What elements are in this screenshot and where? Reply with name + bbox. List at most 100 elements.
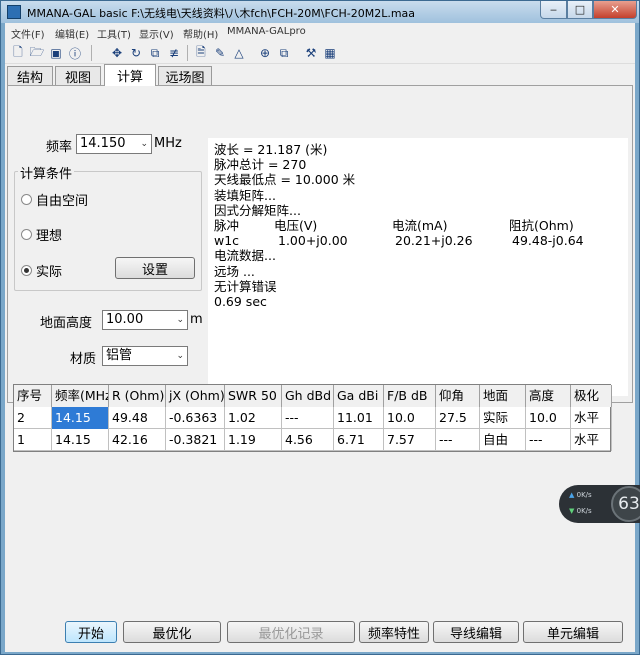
chevron-down-icon: ⌄ [176, 351, 184, 361]
close-button[interactable]: ✕ [593, 1, 637, 19]
output-line: 无计算错误 [214, 278, 277, 294]
column-header[interactable]: R (Ohm) [109, 385, 166, 407]
minimize-button[interactable]: ‒ [540, 1, 567, 19]
menu-edit[interactable]: 编辑(E) [55, 26, 89, 41]
menu-pro[interactable]: MMANA-GALpro [227, 26, 306, 37]
output-line: 远场 ... [214, 263, 255, 279]
output-cell: 20.21+j0.26 [395, 233, 473, 249]
table-cell: 10.0 [526, 407, 571, 429]
maximize-button[interactable]: □ [567, 1, 593, 19]
tools-icon[interactable]: ⚒ [303, 45, 319, 61]
radio-ideal[interactable]: 理想 [21, 225, 62, 244]
info-icon[interactable]: ⓘ [67, 45, 83, 61]
table-cell: 4.56 [282, 429, 334, 451]
save-icon[interactable]: ▣ [48, 45, 64, 61]
frequency-combo[interactable]: 14.150 ⌄ [76, 134, 152, 154]
open-folder-icon[interactable]: 🗁 [29, 45, 45, 61]
table-header-row: 序号 频率(MHz R (Ohm) jX (Ohm) SWR 50 Gh dBd… [14, 385, 612, 407]
document-icon[interactable]: 🗎 [193, 45, 209, 61]
new-file-icon[interactable]: 🗋 [10, 45, 26, 61]
scale-icon[interactable]: ⧉ [147, 45, 163, 61]
column-header[interactable]: 序号 [14, 385, 52, 407]
move-icon[interactable]: ✥ [109, 45, 125, 61]
ground-height-value: 10.00 [106, 312, 144, 327]
output-header-voltage: 电压(V) [274, 217, 318, 233]
target-icon[interactable]: ⊕ [257, 45, 273, 61]
calculator-icon[interactable]: ▦ [322, 45, 338, 61]
start-button[interactable]: 开始 [65, 621, 117, 643]
column-header[interactable]: 极化 [571, 385, 612, 407]
edit-icon[interactable]: ✎ [212, 45, 228, 61]
column-header[interactable]: 仰角 [436, 385, 480, 407]
output-line: 波长 = 21.187 (米) [214, 142, 328, 157]
menu-view[interactable]: 显示(V) [139, 26, 174, 41]
optimize-log-button[interactable]: 最优化记录 [227, 621, 355, 643]
freq-response-button[interactable]: 频率特性 [359, 621, 429, 643]
table-cell: 1 [14, 429, 52, 451]
table-row[interactable]: 1 14.15 42.16 -0.3821 1.19 4.56 6.71 7.5… [14, 429, 612, 451]
tab-structure[interactable]: 结构 [7, 66, 53, 86]
output-header-impedance: 阻抗(Ohm) [509, 217, 574, 233]
output-table-header: 脉冲 电压(V) 电流(mA) 阻抗(Ohm) [214, 218, 622, 233]
column-header[interactable]: 频率(MHz [52, 385, 109, 407]
column-header[interactable]: SWR 50 [225, 385, 282, 407]
element-edit-button[interactable]: 单元编辑 [523, 621, 623, 643]
results-table[interactable]: 序号 频率(MHz R (Ohm) jX (Ohm) SWR 50 Gh dBd… [13, 384, 612, 452]
table-cell: 14.15 [52, 429, 109, 451]
wire-edit-button[interactable]: 导线编辑 [433, 621, 519, 643]
ground-height-combo[interactable]: 10.00 ⌄ [102, 310, 188, 330]
output-cell: 1.00+j0.00 [278, 233, 348, 249]
radio-dot [21, 194, 32, 205]
table-cell: 49.48 [109, 407, 166, 429]
settings-button[interactable]: 设置 [115, 257, 195, 279]
table-cell: 10.0 [384, 407, 436, 429]
column-header[interactable]: Gh dBd [282, 385, 334, 407]
table-row[interactable]: 2 14.15 49.48 -0.6363 1.02 --- 11.01 10.… [14, 407, 612, 429]
column-header[interactable]: Ga dBi [334, 385, 384, 407]
table-cell-selected: 14.15 [52, 407, 109, 429]
column-header[interactable]: 高度 [526, 385, 571, 407]
tab-far-field[interactable]: 远场图 [158, 66, 212, 86]
calculate-panel: 频率 14.150 ⌄ MHz 计算条件 自由空间 理想 实际 设置 地面高度 … [7, 85, 633, 403]
material-value: 铝管 [106, 348, 133, 363]
network-speed-widget[interactable]: ▲ 0K/s ▼ 0K/s 63 [559, 485, 640, 523]
table-cell: -0.3821 [166, 429, 225, 451]
column-header[interactable]: jX (Ohm) [166, 385, 225, 407]
tab-calculate[interactable]: 计算 [104, 64, 156, 86]
title-bar[interactable]: MMANA-GAL basic F:\无线电\天线资料\八木fch\FCH-20… [1, 1, 639, 23]
column-header[interactable]: 地面 [480, 385, 526, 407]
app-window: MMANA-GAL basic F:\无线电\天线资料\八木fch\FCH-20… [0, 0, 640, 655]
rotate-icon[interactable]: ↻ [128, 45, 144, 61]
radio-dot-selected [21, 265, 32, 276]
table-cell: 2 [14, 407, 52, 429]
output-line: 0.69 sec [214, 293, 267, 309]
table-cell: 水平 [571, 407, 612, 429]
wire-edit-icon[interactable]: ≢ [166, 45, 182, 61]
column-header[interactable]: F/B dB [384, 385, 436, 407]
radio-free-space[interactable]: 自由空间 [21, 190, 88, 209]
download-speed: ▼ 0K/s [569, 507, 592, 515]
frequency-label: 频率 [46, 140, 73, 155]
usage-gauge: 63 [611, 486, 640, 522]
download-arrow-icon: ▼ [569, 507, 575, 515]
table-cell: -0.6363 [166, 407, 225, 429]
menu-tools[interactable]: 工具(T) [97, 26, 131, 41]
material-combo[interactable]: 铝管 ⌄ [102, 346, 188, 366]
bottom-button-bar: 开始 最优化 最优化记录 频率特性 导线编辑 单元编辑 [5, 609, 635, 652]
table-cell: 水平 [571, 429, 612, 451]
material-label: 材质 [70, 352, 97, 367]
radio-real-label: 实际 [36, 265, 63, 280]
upload-speed: ▲ 0K/s [569, 491, 592, 499]
menu-file[interactable]: 文件(F) [11, 26, 45, 41]
triangle-icon[interactable]: △ [231, 45, 247, 61]
tab-view[interactable]: 视图 [55, 66, 101, 86]
radio-real[interactable]: 实际 [21, 261, 62, 280]
table-cell: 1.19 [225, 429, 282, 451]
menu-help[interactable]: 帮助(H) [183, 26, 218, 41]
copy-icon[interactable]: ⧉ [276, 45, 292, 61]
toolbar-separator [91, 45, 92, 61]
optimize-button[interactable]: 最优化 [123, 621, 221, 643]
ground-height-unit: m [190, 312, 203, 327]
output-line: 因式分解矩阵... [214, 202, 301, 218]
table-cell: 6.71 [334, 429, 384, 451]
